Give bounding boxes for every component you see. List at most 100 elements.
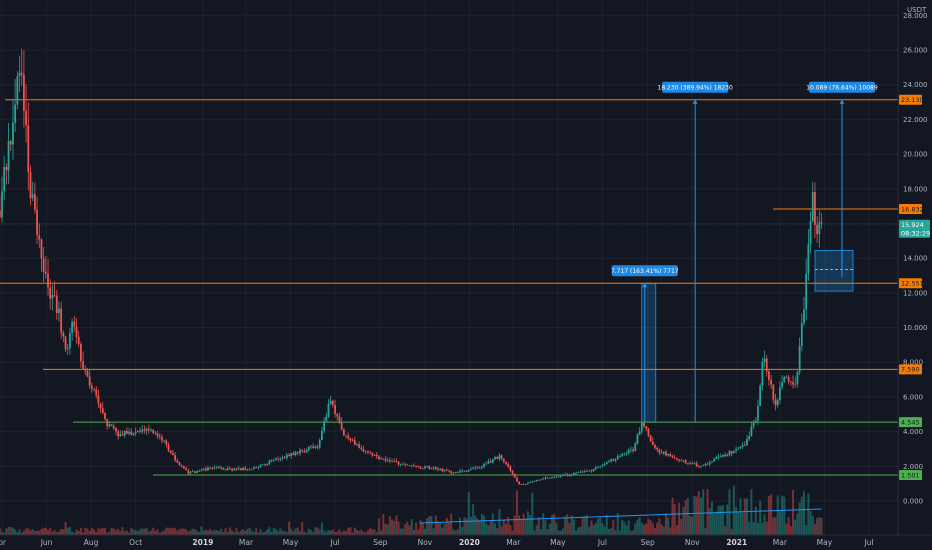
candle-body [748, 435, 751, 439]
volume-bar [607, 528, 610, 535]
volume-bar [458, 517, 461, 535]
volume-bar [154, 530, 157, 535]
volume-bar [327, 530, 330, 535]
volume-bar [515, 490, 518, 535]
candle-body [40, 239, 43, 259]
candle-body [669, 453, 672, 457]
candle-body [259, 464, 262, 468]
volume-bar [647, 518, 650, 535]
volume-bar [202, 531, 205, 535]
time-tick-label: May [550, 538, 566, 547]
volume-bar [702, 489, 705, 535]
volume-bar [250, 530, 253, 535]
time-tick-label: Sep [373, 538, 387, 547]
volume-bar [682, 506, 685, 535]
candle-body [476, 467, 479, 469]
candle-body [88, 376, 91, 386]
volume-bar [141, 528, 144, 535]
volume-bar [88, 530, 91, 535]
candle-body [178, 462, 181, 465]
level-tag-label: 4.545 [901, 418, 920, 426]
candle-body [62, 332, 65, 337]
candle-body [167, 444, 170, 451]
candle-body [761, 361, 764, 386]
candle-body [754, 420, 757, 423]
volume-bar [386, 524, 389, 535]
candle-body [66, 348, 69, 350]
volume-bar [684, 500, 687, 535]
candle-body [768, 371, 770, 380]
candle-body [513, 473, 516, 478]
volume-bar [169, 527, 172, 535]
candle-body [654, 444, 656, 448]
volume-bar [103, 528, 106, 535]
candle-body [362, 449, 365, 452]
candle-body [209, 467, 212, 469]
candle-body [115, 428, 117, 432]
candle-body [531, 481, 534, 483]
volume-bar [487, 525, 490, 535]
volume-bar [798, 502, 801, 535]
candle-body [465, 470, 468, 472]
volume-bar [478, 520, 481, 535]
candle-body [757, 405, 759, 421]
price-tick-label: 20.000 [903, 151, 928, 159]
candle-body [117, 431, 120, 437]
candle-body [95, 389, 98, 396]
volume-bar [314, 527, 317, 535]
candle-body [798, 346, 801, 373]
volume-bar [200, 526, 203, 535]
volume-bar [717, 505, 720, 535]
candle-body [393, 461, 396, 462]
candle-body [537, 479, 540, 481]
candle-body [752, 422, 755, 427]
candle-body [279, 458, 282, 460]
time-tick-label: 2019 [192, 538, 213, 547]
volume-bar [224, 528, 227, 535]
volume-bar [86, 528, 89, 535]
candle-body [612, 459, 615, 461]
volume-bar [726, 504, 729, 535]
volume-bar [342, 530, 345, 535]
volume-bar [75, 529, 78, 535]
candle-body [294, 451, 297, 456]
candle-body [811, 192, 814, 222]
candle-body [158, 436, 161, 438]
volume-bar [242, 529, 245, 535]
candle-body [244, 467, 247, 470]
volume-bar [496, 528, 499, 535]
candle-body [627, 449, 630, 454]
volume-bar [465, 518, 468, 535]
volume-bar [323, 530, 326, 535]
volume-bar [566, 514, 569, 535]
volume-bar [349, 527, 352, 535]
candle-body [770, 379, 773, 385]
volume-bar [171, 528, 174, 535]
candle-body [774, 399, 777, 406]
volume-bar [47, 530, 50, 535]
candle-body [23, 74, 25, 111]
volume-bar [437, 521, 440, 535]
candle-body [450, 471, 453, 474]
volume-bar [564, 516, 567, 535]
volume-bar [603, 526, 606, 535]
volume-bar [417, 529, 420, 535]
candle-body [507, 464, 510, 467]
candle-body [640, 422, 643, 432]
candle-body [656, 447, 659, 450]
volume-bar [331, 529, 334, 535]
candle-body [586, 471, 588, 472]
volume-bar [456, 529, 459, 535]
volume-bar [491, 513, 494, 535]
candle-body [592, 469, 595, 472]
volume-bar [360, 529, 363, 535]
candle-body [601, 465, 604, 467]
volume-bar [338, 529, 341, 535]
price-tick-label: 26.000 [903, 47, 928, 55]
volume-bar [820, 518, 823, 535]
volume-bar [618, 530, 621, 535]
volume-bar [380, 530, 383, 535]
level-tag-label: 7.590 [901, 366, 920, 374]
price-chart[interactable]: 7.717 (163.41%) 7717 18.230 (389.94%) 182… [0, 0, 932, 550]
candle-body [485, 463, 488, 465]
